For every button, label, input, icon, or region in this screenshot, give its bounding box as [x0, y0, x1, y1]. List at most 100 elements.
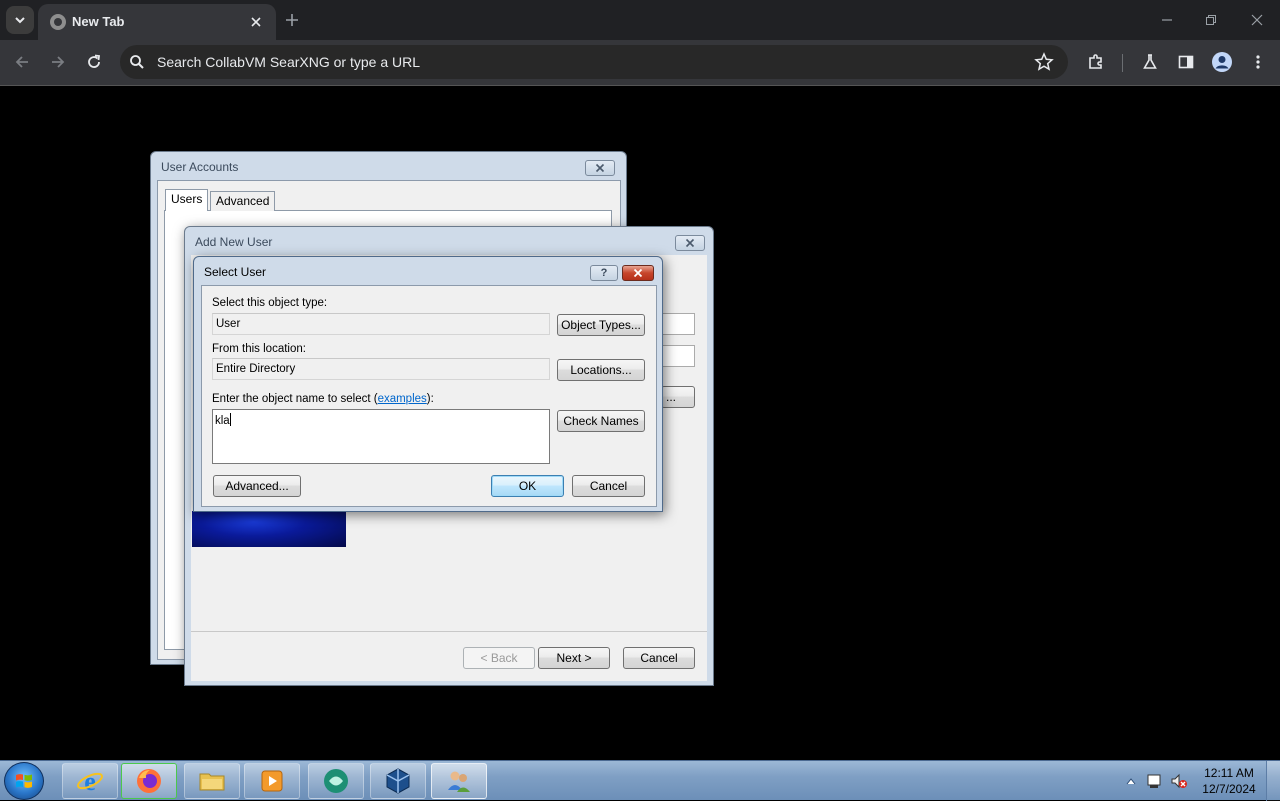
- minimize-icon: [1162, 19, 1172, 21]
- tab-title: New Tab: [72, 14, 125, 29]
- tab-users[interactable]: Users: [165, 189, 209, 211]
- wizard-banner-image: [192, 511, 346, 547]
- omnibox-text[interactable]: Search CollabVM SearXNG or type a URL: [157, 54, 420, 70]
- add-new-user-close-button[interactable]: [675, 235, 705, 251]
- tab-advanced[interactable]: Advanced: [210, 191, 276, 211]
- location-label: From this location:: [212, 343, 306, 355]
- plus-icon: [286, 14, 298, 26]
- dialog-title: Select User: [204, 265, 267, 279]
- footer-divider: [191, 631, 707, 632]
- extensions-button[interactable]: [1082, 48, 1110, 76]
- system-clock[interactable]: 12:11 AM 12/7/2024: [1196, 765, 1262, 797]
- labs-button[interactable]: [1136, 48, 1164, 76]
- search-icon: [130, 55, 144, 69]
- next-button[interactable]: Next >: [538, 647, 610, 669]
- object-name-input[interactable]: kla: [212, 409, 550, 464]
- browse-button[interactable]: ...: [661, 386, 695, 408]
- taskbar-internet-explorer[interactable]: e: [62, 763, 118, 799]
- reload-icon: [88, 54, 101, 68]
- firefox-icon: [137, 769, 161, 793]
- enter-name-suffix: ):: [426, 393, 434, 405]
- media-player-icon: [261, 770, 283, 792]
- windows-logo-icon: [16, 774, 32, 788]
- more-vertical-icon: [1256, 55, 1260, 69]
- restore-button[interactable]: [1196, 6, 1226, 34]
- new-tab-button[interactable]: [280, 8, 304, 32]
- tab-search-button[interactable]: [6, 6, 34, 34]
- cancel-button[interactable]: Cancel: [623, 647, 695, 669]
- browser-tabstrip: New Tab: [0, 0, 1280, 40]
- puzzle-icon: [1089, 54, 1102, 69]
- taskbar-firefox[interactable]: [121, 763, 177, 799]
- help-button[interactable]: ?: [590, 265, 618, 281]
- object-type-field: User: [212, 313, 550, 335]
- location-field: Entire Directory: [212, 358, 550, 380]
- flag-icon: [1147, 774, 1161, 788]
- globe-icon: [50, 14, 66, 30]
- forward-button[interactable]: [44, 48, 72, 76]
- speaker-muted-icon: [1171, 773, 1187, 789]
- close-icon: [685, 238, 695, 248]
- close-icon: [251, 17, 261, 27]
- locations-button[interactable]: Locations...: [557, 359, 645, 381]
- object-type-label: Select this object type:: [212, 297, 328, 309]
- domain-field[interactable]: [661, 345, 695, 367]
- select-user-dialog: Select User ? Select this object type: U…: [193, 256, 663, 512]
- object-name-value: kla: [215, 415, 230, 427]
- close-icon: [633, 268, 643, 278]
- taskbar-collabvm[interactable]: [308, 763, 364, 799]
- omnibox[interactable]: Search CollabVM SearXNG or type a URL: [120, 45, 1068, 79]
- object-types-button[interactable]: Object Types...: [557, 314, 645, 336]
- bookmark-star-icon[interactable]: [1034, 52, 1054, 72]
- cancel-button[interactable]: Cancel: [572, 475, 645, 497]
- toolbar-divider: [1122, 54, 1123, 72]
- window-title: Add New User: [195, 235, 273, 249]
- profile-avatar-icon: [1212, 52, 1232, 72]
- folder-icon: [199, 773, 225, 791]
- close-window-button[interactable]: [1242, 6, 1272, 34]
- minimize-button[interactable]: [1152, 6, 1182, 34]
- taskbar-media-player[interactable]: [244, 763, 300, 799]
- collabvm-icon: [324, 769, 348, 793]
- tab-close-button[interactable]: [246, 12, 266, 32]
- select-user-client: Select this object type: User Object Typ…: [201, 285, 657, 507]
- flask-icon: [1143, 54, 1157, 69]
- side-panel-icon: [1178, 55, 1194, 69]
- show-desktop-button[interactable]: [1266, 761, 1280, 801]
- internet-explorer-icon: e: [77, 767, 103, 796]
- examples-link[interactable]: examples: [378, 393, 427, 405]
- arrow-right-icon: [52, 56, 65, 68]
- browser-tab[interactable]: New Tab: [38, 4, 276, 40]
- close-icon: [595, 163, 605, 173]
- start-button[interactable]: [4, 762, 44, 800]
- taskbar-virtualbox[interactable]: [370, 763, 426, 799]
- side-panel-button[interactable]: [1172, 48, 1200, 76]
- windows-taskbar: e 12:11 AM 12/7/2024: [0, 760, 1280, 801]
- chrome-menu-button[interactable]: [1244, 48, 1272, 76]
- ok-button[interactable]: OK: [491, 475, 564, 497]
- advanced-button[interactable]: Advanced...: [213, 475, 301, 497]
- show-hidden-icons-button[interactable]: [1124, 761, 1138, 801]
- enter-name-label: Enter the object name to select (example…: [212, 393, 434, 405]
- close-icon: [1251, 14, 1263, 26]
- taskbar-file-explorer[interactable]: [184, 763, 240, 799]
- chevron-down-icon: [15, 17, 25, 24]
- users-icon: [448, 771, 470, 792]
- arrow-left-icon: [15, 56, 28, 68]
- back-button[interactable]: [8, 48, 36, 76]
- help-icon: ?: [600, 267, 608, 279]
- volume-tray-icon[interactable]: [1168, 761, 1190, 801]
- clock-time: 12:11 AM: [1204, 766, 1254, 780]
- restore-icon: [1206, 15, 1216, 25]
- back-button[interactable]: < Back: [463, 647, 535, 669]
- taskbar-users[interactable]: [431, 763, 487, 799]
- username-field[interactable]: [661, 313, 695, 335]
- window-title: User Accounts: [161, 160, 239, 174]
- chevron-up-icon: [1126, 778, 1136, 785]
- profile-button[interactable]: [1208, 48, 1236, 76]
- action-center-tray-icon[interactable]: [1144, 761, 1164, 801]
- select-user-close-button[interactable]: [622, 265, 654, 281]
- reload-button[interactable]: [80, 48, 108, 76]
- check-names-button[interactable]: Check Names: [557, 410, 645, 432]
- user-accounts-close-button[interactable]: [585, 160, 615, 176]
